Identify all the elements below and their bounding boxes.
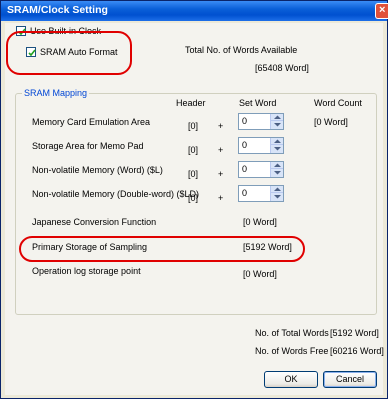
arrow-up-icon	[274, 115, 281, 119]
sram-auto-format-label[interactable]: SRAM Auto Format	[40, 47, 118, 57]
spin-up-button[interactable]	[271, 162, 283, 169]
sram-mapping-title: SRAM Mapping	[22, 88, 90, 98]
total-available-value: [65408 Word]	[255, 63, 309, 73]
spin-down-button[interactable]	[271, 169, 283, 176]
nonvolatile-word-label: Non-volatile Memory (Word) ($L)	[32, 165, 163, 175]
operation-log-label: Operation log storage point	[32, 266, 141, 276]
stepper-value: 0	[242, 188, 248, 198]
operation-log-count: [0 Word]	[243, 269, 277, 279]
arrow-up-icon	[274, 139, 281, 143]
dialog-title: SRAM/Clock Setting	[7, 4, 108, 16]
memory-card-emulation-label: Memory Card Emulation Area	[32, 117, 151, 127]
total-words-label: No. of Total Words	[255, 328, 329, 338]
arrow-down-icon	[274, 171, 281, 175]
plus-sign: +	[218, 169, 224, 179]
primary-sampling-label: Primary Storage of Sampling	[32, 242, 148, 252]
checkmark-icon	[18, 28, 26, 36]
memo-pad-stepper[interactable]: 0	[238, 137, 284, 154]
row-header-value: [0]	[188, 145, 199, 155]
header-column-label: Header	[176, 98, 206, 108]
plus-sign: +	[218, 121, 224, 131]
plus-sign: +	[218, 193, 224, 203]
arrow-down-icon	[274, 123, 281, 127]
close-button[interactable]: ×	[375, 3, 388, 19]
row-header-value: [0]	[188, 121, 199, 131]
plus-sign: +	[218, 145, 224, 155]
spin-down-button[interactable]	[271, 145, 283, 152]
nonvolatile-doubleword-label: Non-volatile Memory (Double-word) ($LD)	[32, 189, 200, 199]
sram-clock-dialog: SRAM/Clock Setting × Use Built-in Clock …	[0, 0, 388, 399]
arrow-up-icon	[274, 187, 281, 191]
arrow-down-icon	[274, 195, 281, 199]
words-free-value: [60216 Word]	[330, 346, 384, 356]
nonvolatile-word-stepper[interactable]: 0	[238, 161, 284, 178]
memory-card-emulation-stepper[interactable]: 0	[238, 113, 284, 130]
memory-card-emulation-count: [0 Word]	[314, 117, 348, 127]
stepper-value: 0	[242, 116, 248, 126]
use-builtin-clock-label[interactable]: Use Built-in Clock	[30, 26, 101, 36]
cancel-button[interactable]: Cancel	[323, 371, 377, 388]
sram-auto-format-checkbox[interactable]	[26, 47, 36, 57]
row-header-value: [0]	[188, 193, 199, 203]
spin-up-button[interactable]	[271, 114, 283, 121]
title-bar: SRAM/Clock Setting ×	[1, 1, 388, 21]
arrow-down-icon	[274, 147, 281, 151]
words-free-label: No. of Words Free	[255, 346, 329, 356]
japanese-conversion-count: [0 Word]	[243, 217, 277, 227]
set-word-column-label: Set Word	[239, 98, 277, 108]
arrow-up-icon	[274, 163, 281, 167]
nonvolatile-doubleword-stepper[interactable]: 0	[238, 185, 284, 202]
checkmark-icon	[28, 49, 36, 57]
spin-down-button[interactable]	[271, 121, 283, 128]
spin-up-button[interactable]	[271, 186, 283, 193]
total-available-label: Total No. of Words Available	[185, 45, 298, 55]
primary-sampling-count: [5192 Word]	[243, 242, 292, 252]
spin-up-button[interactable]	[271, 138, 283, 145]
stepper-value: 0	[242, 164, 248, 174]
use-builtin-clock-checkbox[interactable]	[16, 26, 26, 36]
row-header-value: [0]	[188, 169, 199, 179]
word-count-column-label: Word Count	[314, 98, 362, 108]
spin-down-button[interactable]	[271, 193, 283, 200]
ok-button[interactable]: OK	[264, 371, 318, 388]
japanese-conversion-label: Japanese Conversion Function	[32, 217, 157, 227]
stepper-value: 0	[242, 140, 248, 150]
close-icon: ×	[379, 4, 386, 16]
total-words-value: [5192 Word]	[330, 328, 379, 338]
dialog-body: Use Built-in Clock SRAM Auto Format Tota…	[5, 23, 384, 395]
memo-pad-storage-label: Storage Area for Memo Pad	[32, 141, 144, 151]
